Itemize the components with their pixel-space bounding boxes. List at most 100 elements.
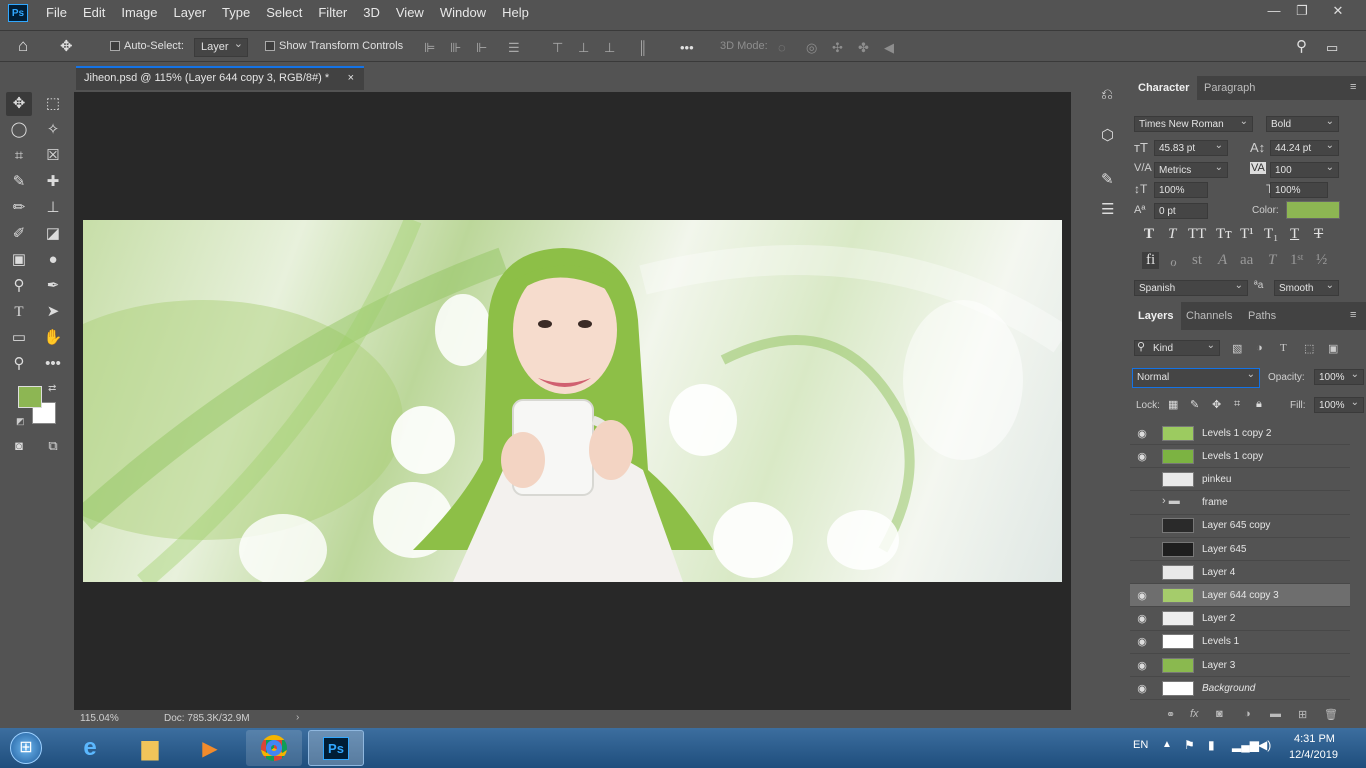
search-icon[interactable]: ⚲ — [1296, 37, 1307, 55]
ordinals-icon[interactable]: 1ˢᵗ — [1290, 252, 1304, 269]
edit-toolbar-icon[interactable]: ••• — [40, 352, 66, 376]
layer-row[interactable]: Layer 645 copy — [1130, 515, 1350, 538]
align-right-icon[interactable]: ⊩ — [476, 40, 487, 56]
filter-smart-object-icon[interactable]: ▣ — [1328, 342, 1338, 355]
layer-row[interactable]: Layer 4 — [1130, 561, 1350, 585]
3d-pan-icon[interactable]: ✣ — [832, 40, 843, 56]
layer-row[interactable]: › ▬ frame — [1130, 492, 1350, 515]
faux-bold-icon[interactable]: T — [1144, 226, 1154, 243]
new-group-icon[interactable]: ▬ — [1270, 708, 1281, 720]
device-icon[interactable]: ▮ — [1208, 738, 1215, 752]
tab-channels[interactable]: Channels — [1178, 302, 1240, 330]
distribute-vertical-icon[interactable]: ║ — [638, 40, 647, 55]
align-center-icon[interactable]: ⊪ — [450, 40, 461, 56]
add-mask-icon[interactable]: ◙ — [1216, 708, 1223, 720]
layer-row[interactable]: ◉ Background — [1130, 677, 1350, 701]
3d-scale-icon[interactable]: ◀ — [884, 40, 894, 56]
fill-field[interactable]: 100% — [1314, 396, 1364, 413]
lock-position-icon[interactable]: ✥ — [1212, 398, 1221, 411]
layer-row[interactable]: ◉ Layer 2 — [1130, 608, 1350, 631]
home-icon[interactable]: ⌂ — [18, 36, 28, 56]
lasso-tool-icon[interactable]: ◯ — [6, 118, 32, 142]
visibility-eye-icon[interactable]: ◉ — [1130, 427, 1154, 440]
action-center-flag-icon[interactable]: ⚑ — [1184, 738, 1195, 752]
foreground-color-swatch[interactable] — [18, 386, 42, 408]
menu-layer[interactable]: Layer — [166, 0, 215, 26]
align-left-icon[interactable]: ⊫ — [424, 40, 435, 56]
menu-window[interactable]: Window — [432, 0, 494, 26]
strikethrough-icon[interactable]: T — [1314, 226, 1323, 243]
move-tool-icon[interactable]: ✥ — [6, 92, 32, 116]
magic-wand-tool-icon[interactable]: ✧ — [40, 118, 66, 142]
layer-row[interactable]: pinkeu — [1130, 468, 1350, 492]
swash-icon[interactable]: A — [1218, 252, 1227, 269]
volume-icon[interactable]: ◀) — [1258, 738, 1271, 752]
discretionary-ligature-icon[interactable]: st — [1192, 252, 1202, 269]
visibility-eye-icon[interactable]: ◉ — [1130, 589, 1154, 602]
stylistic-alternates-icon[interactable]: aa — [1240, 252, 1253, 269]
document-tab[interactable]: Jiheon.psd @ 115% (Layer 644 copy 3, RGB… — [76, 66, 364, 90]
eyedropper-tool-icon[interactable]: ✎ — [6, 170, 32, 194]
font-family-dropdown[interactable]: Times New Roman — [1134, 115, 1253, 132]
lock-artboard-icon[interactable]: ⌗ — [1234, 398, 1240, 411]
all-caps-icon[interactable]: TT — [1188, 226, 1206, 243]
canvas-area[interactable] — [74, 92, 1071, 710]
file-explorer-app[interactable]: ▆ — [122, 730, 178, 766]
brush-tool-icon[interactable]: ✏ — [6, 196, 32, 220]
visibility-eye-icon[interactable]: ◉ — [1130, 612, 1154, 625]
layer-row[interactable]: ◉ Levels 1 copy 2 — [1130, 422, 1350, 445]
leading-field[interactable]: 44.24 pt — [1270, 139, 1339, 156]
internet-explorer-app[interactable]: e — [62, 730, 118, 766]
kerning-dropdown[interactable]: Metrics — [1154, 161, 1228, 178]
visibility-eye-icon[interactable]: ◉ — [1130, 635, 1154, 648]
close-tab-icon[interactable]: × — [348, 68, 354, 89]
layer-filter-dropdown[interactable]: Kind — [1134, 339, 1220, 356]
antialias-dropdown[interactable]: Smooth — [1274, 279, 1339, 296]
screen-mode-icon[interactable]: ⧉ — [40, 434, 66, 458]
frame-tool-icon[interactable]: ☒ — [40, 144, 66, 168]
tab-paths[interactable]: Paths — [1240, 302, 1284, 330]
dodge-tool-icon[interactable]: ⚲ — [6, 274, 32, 298]
history-brush-tool-icon[interactable]: ✐ — [6, 222, 32, 246]
menu-3d[interactable]: 3D — [355, 0, 388, 26]
brush-settings-icon[interactable]: ✎ — [1101, 170, 1114, 188]
clone-stamp-tool-icon[interactable]: ⊥ — [40, 196, 66, 220]
tracking-dropdown[interactable]: 100 — [1270, 161, 1339, 178]
layers-menu-icon[interactable]: ≡ — [1350, 309, 1356, 321]
align-top-icon[interactable]: ⊤ — [552, 40, 563, 56]
visibility-eye-icon[interactable]: ◉ — [1130, 450, 1154, 463]
menu-view[interactable]: View — [388, 0, 432, 26]
rectangle-tool-icon[interactable]: ▭ — [6, 326, 32, 350]
distribute-icon[interactable]: ☰ — [508, 40, 520, 56]
photoshop-app[interactable]: Ps — [308, 730, 364, 766]
eraser-tool-icon[interactable]: ◪ — [40, 222, 66, 246]
close-window-icon[interactable]: ✕ — [1320, 0, 1356, 22]
auto-select-dropdown[interactable]: Layer — [194, 37, 248, 57]
lock-transparent-icon[interactable]: ▦ — [1168, 398, 1178, 411]
layer-row[interactable]: ◉ Layer 644 copy 3 — [1130, 584, 1350, 608]
healing-brush-tool-icon[interactable]: ✚ — [40, 170, 66, 194]
gradient-tool-icon[interactable]: ▣ — [6, 248, 32, 272]
filter-type-icon[interactable]: T — [1280, 342, 1287, 354]
subscript-icon[interactable]: T₁ — [1264, 226, 1278, 243]
history-panel-icon[interactable]: ⎌ — [1101, 86, 1113, 103]
underline-icon[interactable]: T — [1290, 226, 1299, 243]
filter-adjustment-icon[interactable]: ◑ — [1256, 342, 1263, 354]
tab-paragraph[interactable]: Paragraph — [1196, 76, 1263, 100]
fractions-icon[interactable]: ½ — [1316, 252, 1327, 269]
layer-row[interactable]: ◉ Levels 1 — [1130, 631, 1350, 654]
menu-file[interactable]: File — [38, 0, 75, 26]
horizontal-scale-field[interactable]: 100% — [1270, 182, 1328, 198]
chrome-app[interactable] — [246, 730, 302, 766]
zoom-level[interactable]: 115.04% — [80, 713, 119, 724]
blur-tool-icon[interactable]: ● — [40, 248, 66, 272]
menu-help[interactable]: Help — [494, 0, 537, 26]
status-menu-arrow-icon[interactable]: › — [296, 712, 299, 723]
titling-icon[interactable]: T — [1268, 252, 1276, 269]
baseline-shift-field[interactable]: 0 pt — [1154, 203, 1208, 219]
old-style-icon[interactable]: ℴ — [1170, 252, 1177, 271]
auto-select-checkbox[interactable] — [110, 41, 120, 51]
opacity-field[interactable]: 100% — [1314, 368, 1364, 385]
ligatures-icon[interactable]: fi — [1142, 252, 1160, 269]
more-options-icon[interactable]: ••• — [680, 40, 694, 55]
